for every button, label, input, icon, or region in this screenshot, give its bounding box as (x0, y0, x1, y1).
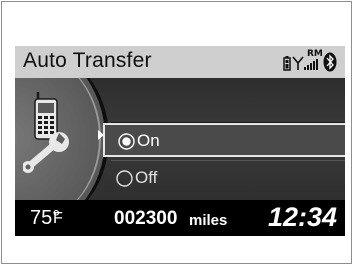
clock: 12:34 (267, 202, 337, 232)
odometer-unit: miles (189, 212, 228, 229)
roaming-label: RM (307, 49, 323, 59)
status-footer: 75° F 002300 miles 12:34 (15, 200, 345, 236)
option-off-label: Off (135, 168, 158, 187)
bluetooth-icon (323, 52, 337, 72)
radio-unselected-icon (116, 170, 133, 187)
option-on[interactable]: On (103, 123, 345, 157)
figure-frame: Auto Transfer RM On Off 75° F 002300 mil… (1, 1, 352, 264)
phone-icon (34, 92, 58, 140)
odometer-value: 002300 (114, 208, 178, 229)
divider (111, 160, 345, 161)
header-bar: Auto Transfer RM (15, 46, 345, 78)
option-on-label: On (137, 131, 160, 150)
status-icons: RM (283, 49, 339, 73)
category-icons (22, 90, 93, 185)
screen-title: Auto Transfer (23, 49, 152, 72)
temperature-unit: F (53, 210, 63, 227)
option-off[interactable]: Off (103, 162, 345, 196)
radio-selected-icon (118, 133, 135, 150)
menu-content: On Off (15, 78, 345, 200)
phone-battery-icon (283, 56, 291, 71)
info-display: Auto Transfer RM On Off 75° F 002300 mil… (15, 46, 345, 236)
